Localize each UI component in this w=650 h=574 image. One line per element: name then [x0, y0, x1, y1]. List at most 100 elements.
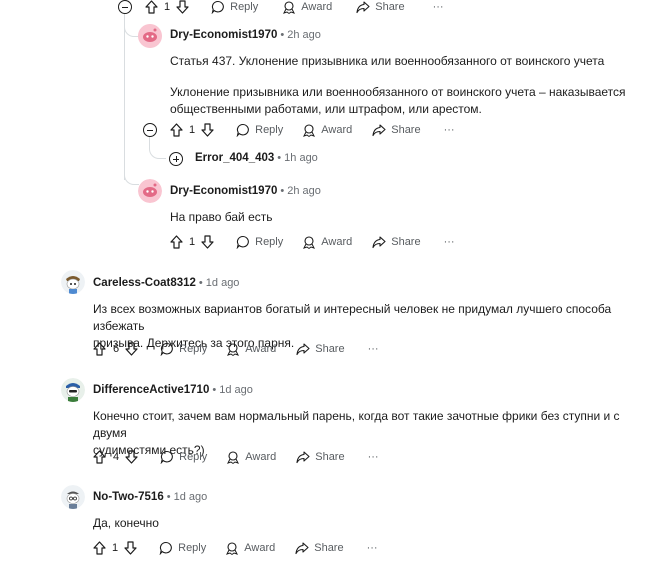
- award-button[interactable]: Award: [282, 0, 332, 14]
- reply-button[interactable]: Reply: [160, 450, 207, 464]
- share-button[interactable]: Share: [372, 235, 421, 249]
- timestamp[interactable]: 1d ago: [219, 384, 253, 396]
- thread-branch: [124, 168, 139, 185]
- avatar[interactable]: [61, 485, 85, 509]
- share-button[interactable]: Share: [356, 0, 405, 14]
- separator-dot: •: [277, 152, 282, 164]
- separator-dot: •: [212, 384, 217, 396]
- award-button[interactable]: Award: [226, 450, 276, 464]
- collapse-thread-button[interactable]: [118, 0, 132, 14]
- share-icon: [372, 124, 386, 137]
- reply-icon: [236, 123, 249, 137]
- comment-actions: 1 Reply Award Share ···: [93, 540, 378, 556]
- downvote-icon[interactable]: [125, 342, 138, 356]
- reply-icon: [236, 235, 249, 249]
- separator-dot: •: [198, 277, 203, 289]
- share-icon: [372, 236, 386, 249]
- comment-header: Error_404_403 • 1h ago: [195, 152, 318, 164]
- comment-paragraph: Уклонение призывника или военнообязанног…: [170, 85, 626, 99]
- avatar[interactable]: [61, 378, 85, 402]
- author-link[interactable]: Error_404_403: [195, 152, 274, 164]
- vote-group: 1: [170, 235, 214, 249]
- expand-thread-button[interactable]: [169, 152, 183, 166]
- downvote-icon[interactable]: [176, 0, 189, 14]
- timestamp[interactable]: 1h ago: [284, 152, 318, 164]
- more-options-button[interactable]: ···: [444, 124, 455, 136]
- vote-count: 6: [113, 343, 120, 355]
- comment-header: Dry-Economist1970 • 2h ago: [170, 185, 321, 197]
- comment-text: На право бай есть: [170, 210, 273, 224]
- collapse-thread-button[interactable]: [143, 123, 157, 137]
- author-link[interactable]: Dry-Economist1970: [170, 185, 277, 197]
- award-icon: [226, 542, 239, 555]
- award-icon: [227, 451, 240, 464]
- comment-line: Конечно стоит, зачем вам нормальный паре…: [93, 409, 620, 440]
- comment-actions: 6 Reply Award Share ···: [93, 341, 379, 357]
- avatar[interactable]: [61, 270, 85, 294]
- award-icon: [283, 1, 296, 14]
- vote-group: 6: [93, 342, 138, 356]
- downvote-icon[interactable]: [201, 123, 214, 137]
- author-link[interactable]: DifferenceActive1710: [93, 384, 209, 396]
- share-icon: [296, 451, 310, 464]
- author-link[interactable]: Dry-Economist1970: [170, 29, 277, 41]
- avatar[interactable]: [138, 24, 162, 48]
- timestamp[interactable]: 2h ago: [287, 29, 321, 41]
- reply-icon: [211, 0, 224, 14]
- upvote-icon[interactable]: [170, 123, 183, 137]
- downvote-icon[interactable]: [124, 541, 137, 555]
- timestamp[interactable]: 1d ago: [206, 277, 240, 289]
- timestamp[interactable]: 2h ago: [287, 185, 321, 197]
- upvote-icon[interactable]: [170, 235, 183, 249]
- share-icon: [296, 343, 310, 356]
- upvote-icon[interactable]: [145, 0, 158, 14]
- comment-text: Статья 437. Уклонение призывника или вое…: [170, 53, 626, 118]
- upvote-icon[interactable]: [93, 342, 106, 356]
- award-icon: [303, 236, 316, 249]
- share-button[interactable]: Share: [295, 541, 344, 555]
- award-button[interactable]: Award: [302, 123, 352, 137]
- vote-count: 1: [189, 236, 196, 248]
- more-options-button[interactable]: ···: [444, 236, 455, 248]
- share-button[interactable]: Share: [296, 342, 345, 356]
- reply-button[interactable]: Reply: [236, 123, 283, 137]
- reply-button[interactable]: Reply: [160, 342, 207, 356]
- downvote-icon[interactable]: [201, 235, 214, 249]
- separator-dot: •: [280, 185, 285, 197]
- comment-header: Careless-Coat8312 • 1d ago: [93, 277, 239, 289]
- comment-paragraph: общественными работами, или штрафом, или…: [170, 102, 482, 116]
- author-link[interactable]: No-Two-7516: [93, 491, 164, 503]
- comment-header: Dry-Economist1970 • 2h ago: [170, 29, 321, 41]
- reply-button[interactable]: Reply: [211, 0, 258, 14]
- share-icon: [295, 542, 309, 555]
- vote-group: 4: [93, 450, 138, 464]
- upvote-icon[interactable]: [93, 541, 106, 555]
- thread-branch: [149, 146, 166, 159]
- avatar[interactable]: [138, 179, 162, 203]
- more-options-button[interactable]: ···: [367, 542, 378, 554]
- share-button[interactable]: Share: [372, 123, 421, 137]
- award-icon: [303, 124, 316, 137]
- more-options-button[interactable]: ···: [433, 1, 444, 13]
- snoo-avatar-icon: [138, 179, 162, 203]
- more-options-button[interactable]: ···: [368, 343, 379, 355]
- share-button[interactable]: Share: [296, 450, 345, 464]
- reply-button[interactable]: Reply: [159, 541, 206, 555]
- upvote-icon[interactable]: [93, 450, 106, 464]
- vote-group: 1: [170, 123, 214, 137]
- reply-icon: [159, 541, 172, 555]
- share-icon: [356, 1, 370, 14]
- downvote-icon[interactable]: [125, 450, 138, 464]
- snoo-avatar-icon: [61, 378, 85, 402]
- more-options-button[interactable]: ···: [368, 451, 379, 463]
- thread-branch: [124, 20, 139, 37]
- award-button[interactable]: Award: [302, 235, 352, 249]
- reply-button[interactable]: Reply: [236, 235, 283, 249]
- author-link[interactable]: Careless-Coat8312: [93, 277, 196, 289]
- timestamp[interactable]: 1d ago: [174, 491, 208, 503]
- thread-line[interactable]: [124, 12, 125, 180]
- reply-icon: [160, 342, 173, 356]
- award-button[interactable]: Award: [226, 342, 276, 356]
- award-button[interactable]: Award: [225, 541, 275, 555]
- comment-line: Из всех возможных вариантов богатый и ин…: [93, 302, 612, 333]
